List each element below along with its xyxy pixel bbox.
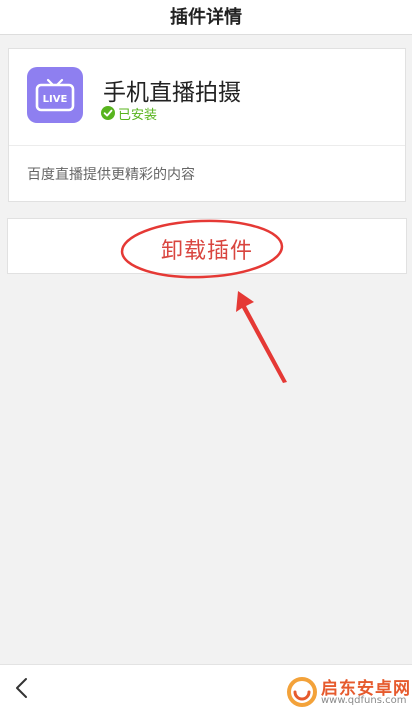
install-status: 已安装 [101, 104, 158, 123]
live-icon-label: LIVE [43, 94, 68, 105]
plugin-description: 百度直播提供更精彩的内容 [27, 167, 195, 183]
uninstall-plugin-label: 卸载插件 [160, 239, 253, 264]
plugin-info-card: LIVE 手机直播拍摄 已安装 百度直播提供更精彩的内容 [8, 48, 406, 202]
watermark-url: www.qdfuns.com [321, 695, 407, 706]
divider [9, 145, 405, 146]
header-bar: 插件详情 [0, 0, 412, 35]
plugin-name: 手机直播拍摄 [103, 80, 241, 106]
live-tv-icon: LIVE [27, 67, 83, 123]
back-button[interactable] [6, 671, 40, 705]
install-status-label: 已安装 [118, 107, 158, 123]
chevron-left-icon [16, 678, 27, 698]
annotation-arrow [236, 291, 287, 383]
page-title: 插件详情 [170, 7, 242, 28]
watermark-logo-icon [287, 677, 317, 707]
check-circle-icon [101, 106, 115, 120]
uninstall-plugin-button[interactable]: 卸载插件 [7, 218, 407, 274]
site-watermark: 启东安卓网 www.qdfuns.com [286, 674, 410, 710]
